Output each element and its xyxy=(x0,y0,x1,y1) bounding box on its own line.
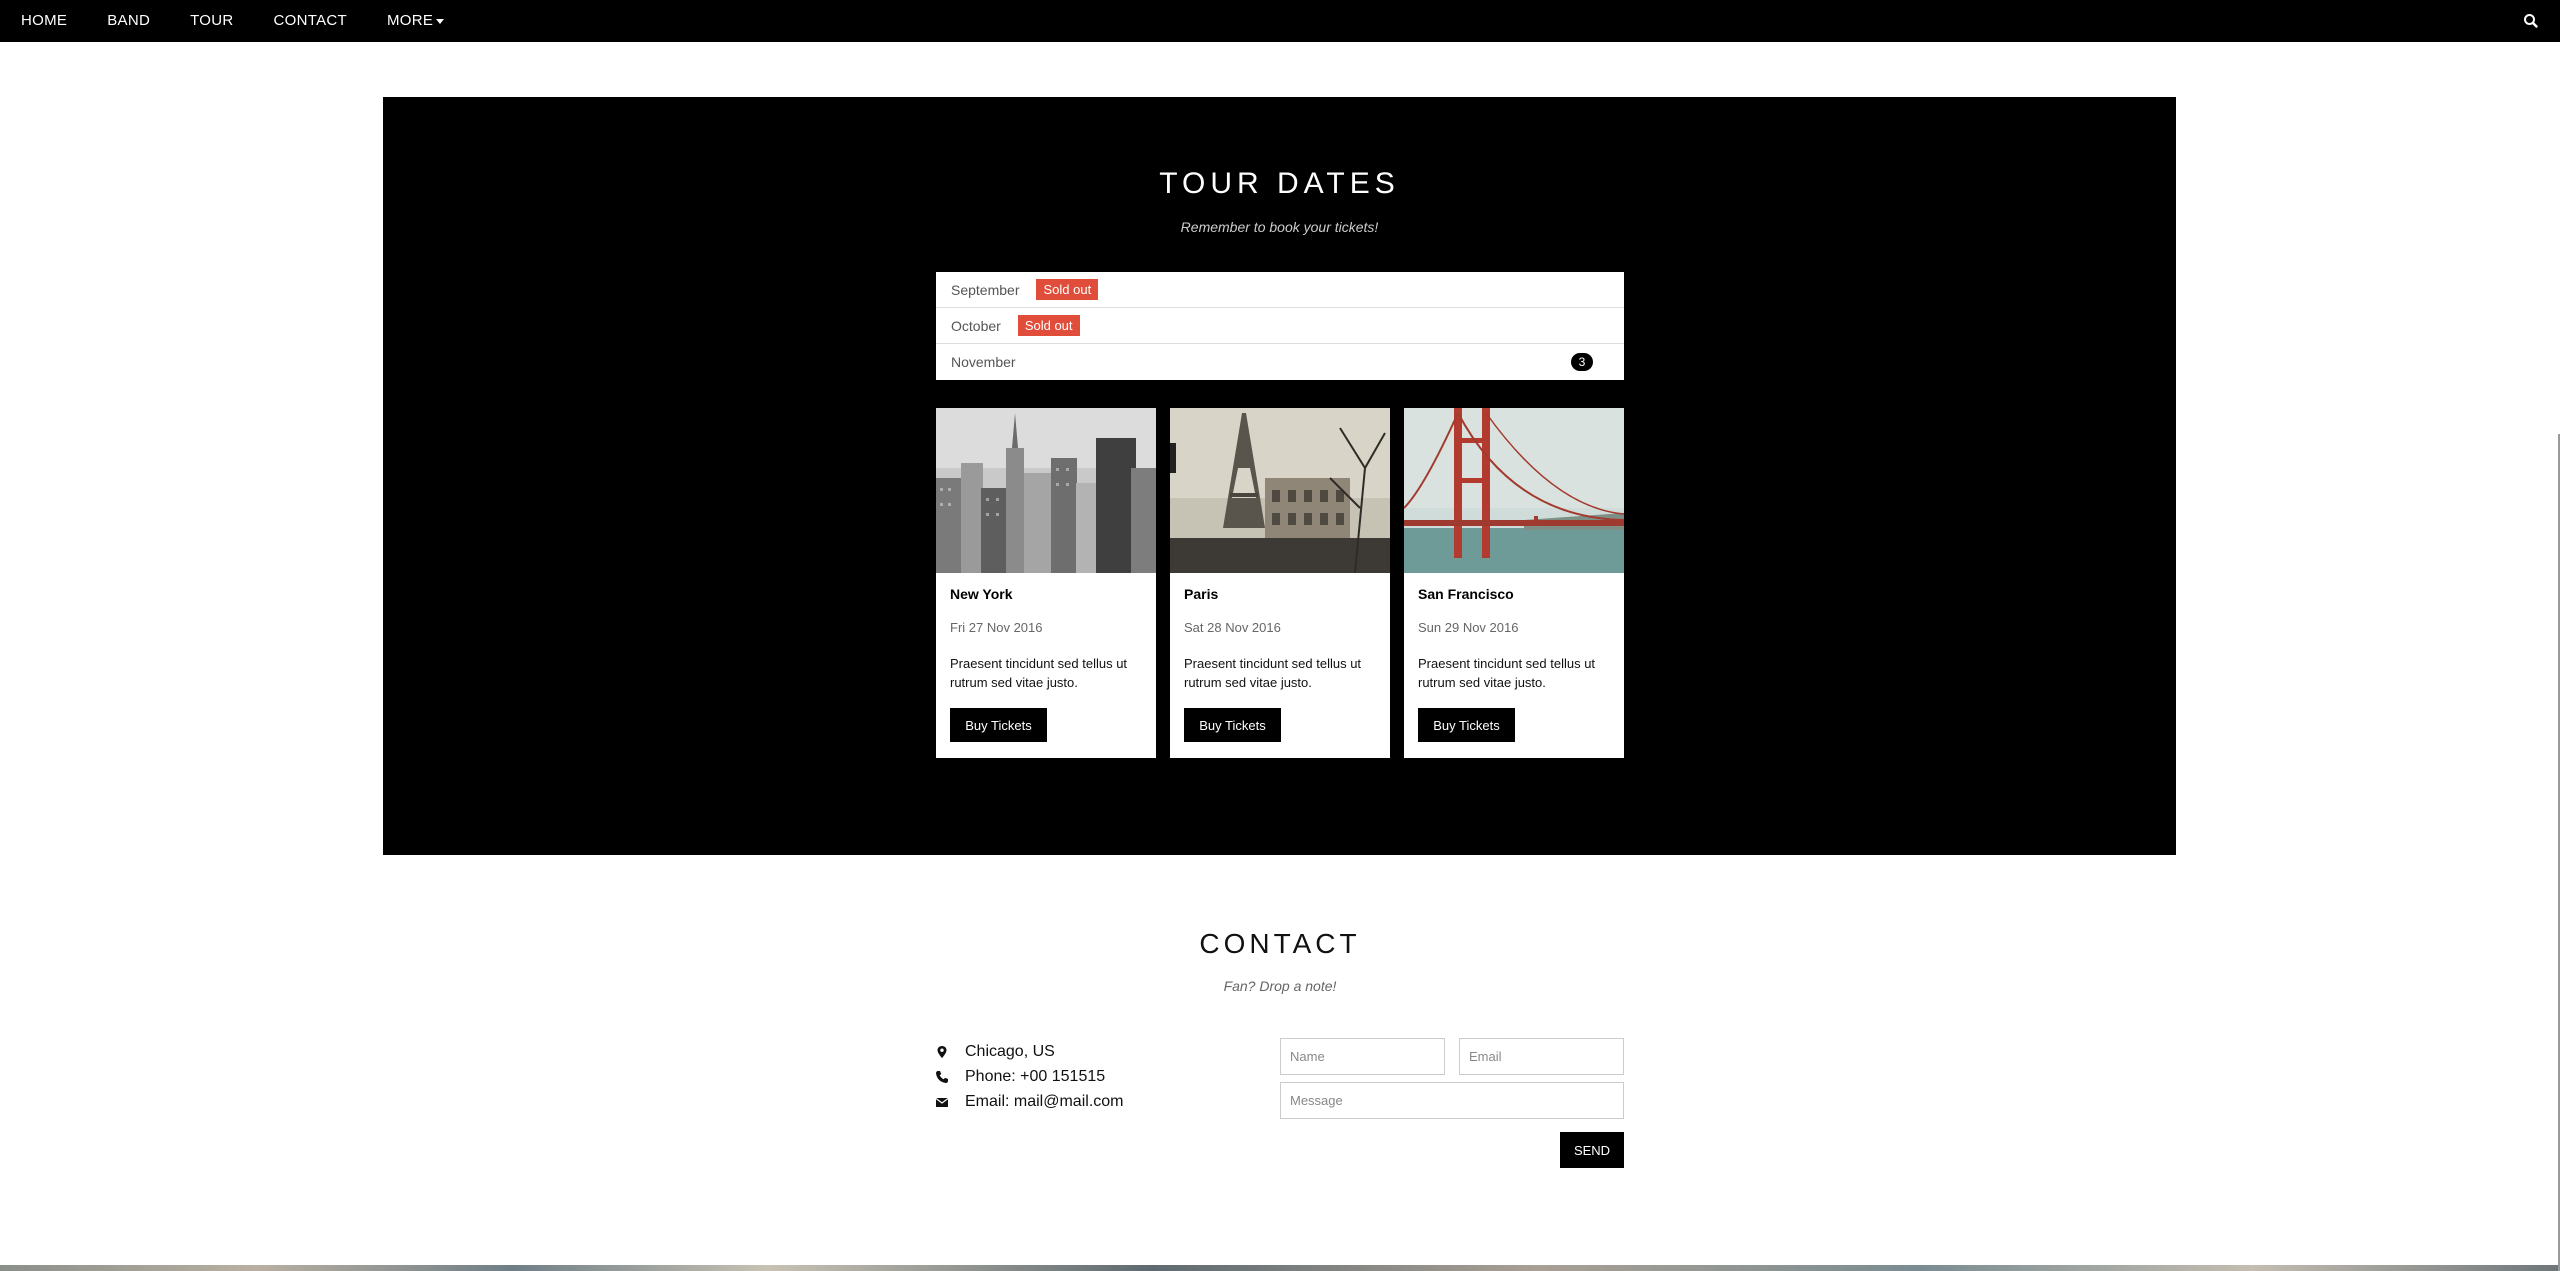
contact-subtitle: Fan? Drop a note! xyxy=(1223,978,1337,994)
tour-section: TOUR DATES Remember to book your tickets… xyxy=(383,97,2176,855)
sold-out-badge: Sold out xyxy=(1036,279,1099,300)
card-description: Praesent tincidunt sed tellus ut rutrum … xyxy=(1418,656,1596,690)
tour-card-new-york: New York Fri 27 Nov 2016 Praesent tincid… xyxy=(936,408,1156,758)
envelope-icon xyxy=(935,1097,949,1107)
message-input[interactable] xyxy=(1280,1082,1624,1119)
search-icon[interactable] xyxy=(2522,12,2540,30)
buy-tickets-button[interactable]: Buy Tickets xyxy=(950,708,1047,742)
phone-text: Phone: +00 151515 xyxy=(965,1067,1106,1085)
nav-more-label: MORE xyxy=(387,12,434,29)
count-badge: 3 xyxy=(1571,353,1593,371)
tour-months-list: September Sold out October Sold out Nove… xyxy=(936,272,1624,380)
san-francisco-image xyxy=(1404,408,1624,573)
bottom-image-strip xyxy=(0,1265,2560,1271)
contact-info: Chicago, US Phone: +00 151515 Email: mai… xyxy=(935,1039,1123,1114)
tour-cards: New York Fri 27 Nov 2016 Praesent tincid… xyxy=(936,408,1624,758)
contact-phone: Phone: +00 151515 xyxy=(935,1064,1123,1089)
email-input[interactable] xyxy=(1459,1038,1624,1075)
tour-card-paris: Paris Sat 28 Nov 2016 Praesent tincidunt… xyxy=(1170,408,1390,758)
month-row-november: November 3 xyxy=(936,344,1624,380)
card-date: Sat 28 Nov 2016 xyxy=(1184,620,1281,635)
tour-subtitle: Remember to book your tickets! xyxy=(1180,219,1379,235)
card-date: Sun 29 Nov 2016 xyxy=(1418,620,1519,635)
nav-tour[interactable]: TOUR xyxy=(170,0,253,42)
nav-home[interactable]: HOME xyxy=(0,0,87,42)
paris-image xyxy=(1170,408,1390,573)
name-input[interactable] xyxy=(1280,1038,1445,1075)
map-marker-icon xyxy=(937,1045,947,1058)
location-text: Chicago, US xyxy=(965,1042,1055,1060)
phone-icon xyxy=(936,1070,948,1083)
card-description: Praesent tincidunt sed tellus ut rutrum … xyxy=(950,656,1128,690)
contact-title: CONTACT xyxy=(1199,928,1361,959)
top-navbar: HOME BAND TOUR CONTACT MORE xyxy=(0,0,2560,42)
send-button[interactable]: SEND xyxy=(1560,1132,1624,1168)
month-label: November xyxy=(951,354,1016,370)
card-date: Fri 27 Nov 2016 xyxy=(950,620,1043,635)
sold-out-badge: Sold out xyxy=(1017,315,1080,336)
new-york-image xyxy=(936,408,1156,573)
month-label: October xyxy=(951,317,1001,334)
caret-down-icon xyxy=(436,18,445,24)
nav-band[interactable]: BAND xyxy=(87,0,170,42)
buy-tickets-button[interactable]: Buy Tickets xyxy=(1184,708,1281,742)
month-label: September xyxy=(951,281,1020,298)
card-city: New York xyxy=(950,586,1013,602)
email-text: Email: mail@mail.com xyxy=(965,1092,1124,1110)
month-row-october: October Sold out xyxy=(936,308,1624,344)
tour-card-san-francisco: San Francisco Sun 29 Nov 2016 Praesent t… xyxy=(1404,408,1624,758)
card-city: San Francisco xyxy=(1418,586,1514,602)
contact-location: Chicago, US xyxy=(935,1039,1123,1064)
nav-more-dropdown[interactable]: MORE xyxy=(367,0,464,42)
card-city: Paris xyxy=(1184,586,1219,602)
nav-contact[interactable]: CONTACT xyxy=(254,0,367,42)
month-row-september: September Sold out xyxy=(936,272,1624,308)
tour-title: TOUR DATES xyxy=(1159,167,1400,200)
contact-email: Email: mail@mail.com xyxy=(935,1089,1123,1114)
buy-tickets-button[interactable]: Buy Tickets xyxy=(1418,708,1515,742)
card-description: Praesent tincidunt sed tellus ut rutrum … xyxy=(1184,656,1362,690)
